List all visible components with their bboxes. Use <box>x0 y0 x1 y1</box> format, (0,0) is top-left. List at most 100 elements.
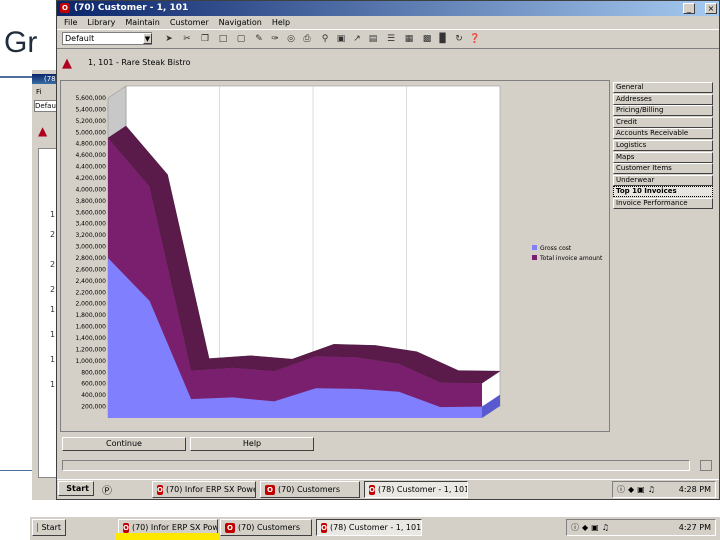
menu-file[interactable]: File <box>63 18 78 27</box>
y-tick-label: 3,600,000 <box>75 209 106 216</box>
table-icon[interactable]: ▦ <box>402 32 416 46</box>
tray-volume-icon[interactable]: ♫ <box>648 485 655 494</box>
tray-shield-icon[interactable]: ◆ <box>582 523 588 532</box>
taskbar-item[interactable]: O (70) Customers <box>260 481 360 498</box>
view-combo[interactable]: Default <box>62 32 152 45</box>
app-icon: O <box>321 522 327 533</box>
window-title: (70) Customer - 1, 101 <box>74 3 189 13</box>
app-icon: O <box>265 484 275 495</box>
clock: 4:28 PM <box>678 485 711 494</box>
tray-info-icon[interactable]: ⓘ <box>617 484 625 495</box>
background-window-title: (78 <box>44 75 56 83</box>
tab-general[interactable]: General <box>613 82 713 93</box>
tray-shield-icon[interactable]: ◆ <box>628 485 634 494</box>
ie-icon[interactable]: Ⓟ <box>102 482 112 497</box>
book-icon[interactable]: ▉ <box>436 32 450 46</box>
tab-customer-items[interactable]: Customer Items <box>613 163 713 175</box>
chart-icon[interactable]: ▤ <box>366 32 380 46</box>
tab-logistics[interactable]: Logistics <box>613 140 713 151</box>
outer-clock: 4:27 PM <box>678 523 711 532</box>
y-tick-label: 2,800,000 <box>75 255 106 262</box>
menu-maintain[interactable]: Maintain <box>124 18 160 27</box>
tab-maps[interactable]: Maps <box>613 151 713 163</box>
image-icon[interactable]: ▣ <box>334 32 348 46</box>
background-window-menu[interactable]: Fi <box>36 88 41 96</box>
background-axis-label: 1 <box>50 355 56 364</box>
app-icon: O <box>123 522 129 533</box>
menu-help[interactable]: Help <box>271 18 291 27</box>
background-axis-label: 1 <box>50 305 56 314</box>
find-icon[interactable]: ⚲ <box>318 32 332 46</box>
paste-icon[interactable]: □ <box>216 32 230 46</box>
new-icon[interactable]: ▢ <box>234 32 248 46</box>
tray-volume-icon[interactable]: ♫ <box>602 523 609 532</box>
y-tick-label: 4,000,000 <box>75 186 106 193</box>
tab-accounts-receivable[interactable]: Accounts Receivable <box>613 128 713 140</box>
outer-taskbar-item-active[interactable]: O (78) Customer - 1, 101 <box>316 519 422 536</box>
app-icon: O <box>60 3 70 13</box>
tab-credit[interactable]: Credit <box>613 116 713 128</box>
tab-top-10-invoices[interactable]: Top 10 Invoices <box>613 186 713 198</box>
outer-taskbar-item[interactable]: O (70) Customers <box>220 519 312 536</box>
menu-navigation[interactable]: Navigation <box>218 18 263 27</box>
cut-icon[interactable]: ✂ <box>180 32 194 46</box>
tree-icon[interactable]: ☰ <box>384 32 398 46</box>
slide-title: Gr <box>4 26 38 59</box>
close-button[interactable]: × <box>705 3 717 14</box>
app-icon: O <box>225 522 235 533</box>
y-tick-label: 1,400,000 <box>75 335 106 342</box>
y-tick-label: 5,200,000 <box>75 118 106 125</box>
continue-button[interactable]: Continue <box>62 437 186 451</box>
y-tick-label: 200,000 <box>81 404 106 411</box>
background-axis-label: 1 <box>50 380 56 389</box>
y-tick-label: 1,800,000 <box>75 312 106 319</box>
menu-customer[interactable]: Customer <box>169 18 210 27</box>
chevron-down-icon[interactable]: ▼ <box>143 33 152 44</box>
export-icon[interactable]: ↗ <box>350 32 364 46</box>
tray-network-icon[interactable]: ▣ <box>591 523 599 532</box>
pointer-icon[interactable]: ➤ <box>162 32 176 46</box>
y-tick-label: 2,400,000 <box>75 278 106 285</box>
edit-icon[interactable]: ✎ <box>252 32 266 46</box>
refresh-icon[interactable]: ↻ <box>452 32 466 46</box>
pen-icon[interactable]: ✑ <box>268 32 282 46</box>
legend-swatch <box>532 255 537 260</box>
y-tick-label: 1,600,000 <box>75 324 106 331</box>
top-invoices-chart: 200,000 400,000 600,000 800,000 1,000,000 1,2… <box>75 85 603 419</box>
menu-library[interactable]: Library <box>86 18 116 27</box>
y-tick-label: 3,400,000 <box>75 221 106 228</box>
y-tick-label: 1,200,000 <box>75 346 106 353</box>
y-tick-label: 3,200,000 <box>75 232 106 239</box>
system-tray: ⓘ ◆ ▣ ♫ 4:28 PM <box>612 481 716 498</box>
print-icon[interactable]: ⎙ <box>300 32 314 46</box>
resize-grip[interactable] <box>700 460 712 471</box>
note-icon[interactable]: ▩ <box>420 32 434 46</box>
tab-invoice-performance[interactable]: Invoice Performance <box>613 198 713 209</box>
tab-pricing-billing[interactable]: Pricing/Billing <box>613 105 713 117</box>
legend-label: Total invoice amount <box>539 255 603 262</box>
outer-start-button[interactable]: Start <box>32 519 66 536</box>
tray-info-icon[interactable]: ⓘ <box>571 522 579 533</box>
preview-icon[interactable]: ◎ <box>284 32 298 46</box>
background-axis-label: 2 <box>50 260 56 269</box>
taskbar-item-active[interactable]: O (78) Customer - 1, 101 <box>364 481 468 498</box>
record-title: 1, 101 - Rare Steak Bistro <box>88 58 191 67</box>
app-icon: O <box>157 484 163 495</box>
tab-underwear[interactable]: Underwear <box>613 174 713 186</box>
copy-icon[interactable]: ❐ <box>198 32 212 46</box>
y-tick-label: 4,600,000 <box>75 152 106 159</box>
help-button[interactable]: Help <box>190 437 314 451</box>
y-tick-label: 4,400,000 <box>75 164 106 171</box>
y-tick-label: 4,800,000 <box>75 141 106 148</box>
background-axis-label: 1 <box>50 210 56 219</box>
tab-addresses[interactable]: Addresses <box>613 93 713 105</box>
tray-network-icon[interactable]: ▣ <box>637 485 645 494</box>
app-icon: O <box>369 484 375 495</box>
y-tick-label: 4,200,000 <box>75 175 106 182</box>
windows-flag-icon <box>37 523 39 532</box>
minimize-button[interactable]: _ <box>683 3 695 14</box>
y-tick-label: 3,800,000 <box>75 198 106 205</box>
start-button[interactable]: Start <box>58 481 94 496</box>
taskbar-item[interactable]: O(70) Infor ERP SX Power... <box>152 481 256 498</box>
help-icon[interactable]: ❓ <box>468 32 482 46</box>
